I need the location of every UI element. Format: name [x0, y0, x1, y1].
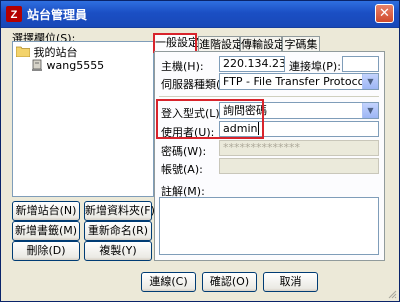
logon-highlight — [156, 99, 264, 139]
folder-icon — [15, 46, 31, 58]
server-type-value: FTP - File Transfer Protocol — [223, 75, 368, 88]
chevron-down-icon[interactable]: ▼ — [362, 103, 378, 118]
tree-item-wang5555[interactable]: wang5555 — [31, 59, 104, 73]
ok-button[interactable]: 確認(O) — [202, 272, 257, 292]
cancel-button[interactable]: 取消 — [263, 272, 318, 292]
host-label: 主機(H): — [161, 60, 204, 73]
window-title: 站台管理員 — [27, 8, 88, 22]
port-label: 連接埠(P): — [289, 60, 341, 73]
account-label: 帳號(A): — [161, 163, 203, 176]
server-type-select[interactable]: FTP - File Transfer Protocol ▼ — [219, 73, 379, 90]
close-button[interactable]: ✕ — [375, 4, 394, 23]
password-field[interactable]: ************** — [219, 140, 379, 156]
delete-button[interactable]: 刪除(D) — [12, 241, 80, 261]
tab-advanced[interactable]: 進階設定 — [198, 36, 243, 52]
general-tab-highlight — [153, 33, 197, 53]
close-icon: ✕ — [379, 6, 390, 21]
resize-grip-icon[interactable] — [387, 289, 397, 299]
tab-charset[interactable]: 字碼集 — [282, 36, 320, 52]
new-folder-button[interactable]: 新增資料夾(F) — [84, 201, 155, 221]
filezilla-icon: Z — [6, 6, 22, 22]
chevron-down-icon[interactable]: ▼ — [362, 74, 378, 89]
site-manager-window: Z 站台管理員 ✕ 選擇欄位(S): 我的站台 wang5555 新增站台(N)… — [0, 0, 400, 302]
account-field[interactable] — [219, 158, 379, 174]
tree-item-label: 我的站台 — [33, 46, 78, 59]
svg-text:Z: Z — [11, 9, 18, 21]
rename-button[interactable]: 重新命名(R) — [84, 221, 152, 241]
new-bookmark-button[interactable]: 新增書籤(M) — [12, 221, 80, 241]
tab-transfer[interactable]: 傳輸設定 — [240, 36, 285, 52]
server-icon — [32, 59, 42, 71]
port-field[interactable] — [342, 56, 379, 72]
comments-textarea[interactable] — [159, 197, 379, 255]
new-site-button[interactable]: 新增站台(N) — [12, 201, 80, 221]
tree-item-my-sites[interactable]: 我的站台 — [15, 44, 78, 59]
site-tree[interactable]: 我的站台 wang5555 — [12, 41, 154, 197]
divider — [159, 96, 379, 97]
tree-item-label: wang5555 — [46, 59, 105, 72]
connect-button[interactable]: 連線(C) — [141, 272, 196, 292]
title-bar[interactable]: Z 站台管理員 ✕ — [1, 1, 399, 28]
password-label: 密碼(W): — [161, 145, 207, 158]
host-field[interactable]: 220.134.232.37 — [219, 56, 285, 72]
copy-button[interactable]: 複製(Y) — [84, 241, 152, 261]
